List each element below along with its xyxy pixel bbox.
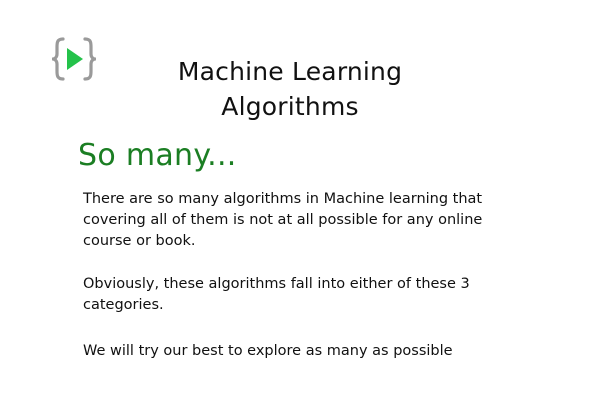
slide-subtitle: So many... xyxy=(78,138,237,173)
paragraph-1-line-1: There are so many algorithms in Machine … xyxy=(83,191,483,207)
paragraph-3-line-1: We will try our best to explore as many … xyxy=(83,343,453,359)
code-brackets-play-icon xyxy=(52,36,96,82)
paragraph-2-line-1: Obviously, these algorithms fall into ei… xyxy=(83,276,470,292)
title-line-2: Algorithms xyxy=(221,92,359,121)
slide-title: Machine Learning Algorithms xyxy=(120,54,460,124)
paragraph-1: There are so many algorithms in Machine … xyxy=(83,189,483,252)
paragraph-2: Obviously, these algorithms fall into ei… xyxy=(83,274,483,316)
paragraph-1-line-3: course or book. xyxy=(83,233,196,249)
paragraph-3: We will try our best to explore as many … xyxy=(83,341,483,362)
logo xyxy=(52,36,96,82)
paragraph-1-line-2: covering all of them is not at all possi… xyxy=(83,212,483,228)
paragraph-2-line-2: categories. xyxy=(83,297,164,313)
slide: Machine Learning Algorithms So many... T… xyxy=(0,0,605,419)
title-line-1: Machine Learning xyxy=(177,57,403,86)
